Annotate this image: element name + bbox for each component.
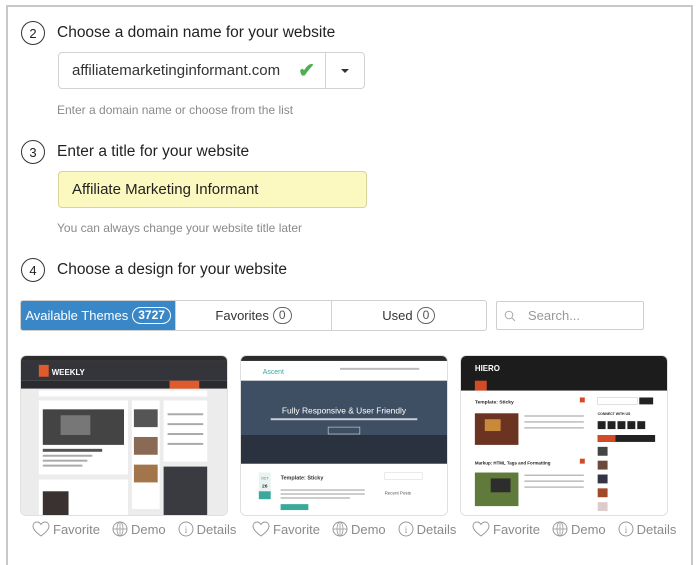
demo-label: Demo [350,521,386,537]
theme-logo: Ascent [263,369,284,376]
details-label: Details [416,521,457,537]
globe-icon [332,521,348,537]
svg-text:i: i [624,525,627,535]
card-actions: Favorite Demo i Details [252,521,468,537]
theme-search-input[interactable]: Search... [496,301,644,330]
check-icon: ✔ [298,60,315,82]
demo-label: Demo [130,521,166,537]
info-icon: i [398,521,414,537]
demo-button[interactable]: Demo [332,521,386,537]
globe-icon [552,521,568,537]
count-badge: 0 [272,307,292,324]
domain-select[interactable]: affiliatemarketinginformant.com ✔ [58,52,365,89]
details-button[interactable]: i Details [398,521,457,537]
heart-icon [472,521,490,537]
favorite-button[interactable]: Favorite [32,521,100,537]
tab-label: Available Themes [25,308,129,323]
theme-tabs: Available Themes 3727 Favorites 0 Used 0 [20,300,487,331]
theme-logo: HIERO [475,364,500,373]
heart-icon [252,521,270,537]
post-date-month: OCT [261,476,269,480]
domain-dropdown-button[interactable] [325,53,364,88]
theme-thumbnail: HIERO Template: Sticky Markup: HTML Tags… [461,356,667,515]
step-domain: 2 Choose a domain name for your website [21,21,335,45]
step-number: 2 [21,21,45,45]
details-button[interactable]: i Details [178,521,237,537]
svg-text:i: i [404,525,407,535]
sidebar-heading: CONNECT WITH US [598,412,631,416]
demo-button[interactable]: Demo [112,521,166,537]
tab-used[interactable]: Used 0 [330,301,486,330]
favorite-label: Favorite [53,521,100,537]
domain-hint: Enter a domain name or choose from the l… [57,103,294,117]
post-date-day: 26 [262,483,268,489]
favorite-button[interactable]: Favorite [252,521,320,537]
post-title: Markup: HTML Tags and Formatting [475,461,551,466]
demo-button[interactable]: Demo [552,521,606,537]
step-title-entry: 3 Enter a title for your website [21,140,249,164]
theme-thumbnail: WEEKLY [21,356,227,515]
tab-label: Used [382,308,413,323]
globe-icon [112,521,128,537]
step-design: 4 Choose a design for your website [21,258,287,282]
theme-logo: WEEKLY [52,368,86,377]
details-label: Details [196,521,237,537]
details-label: Details [636,521,677,537]
tab-favorites[interactable]: Favorites 0 [175,301,330,330]
chevron-down-icon [341,68,349,73]
details-button[interactable]: i Details [618,521,677,537]
tab-label: Favorites [215,308,269,323]
theme-card-weekly[interactable]: WEEKLY [20,355,228,516]
post-title: Template: Sticky [281,475,324,481]
demo-label: Demo [570,521,606,537]
tab-available-themes[interactable]: Available Themes 3727 [21,301,176,330]
step-title: Choose a domain name for your website [57,24,336,41]
theme-card-ascent[interactable]: Ascent Fully Responsive & User Friendly … [240,355,448,516]
step-number: 4 [21,258,45,282]
favorite-button[interactable]: Favorite [472,521,540,537]
theme-thumbnail: Ascent Fully Responsive & User Friendly … [241,356,447,515]
theme-card-hiero[interactable]: HIERO Template: Sticky Markup: HTML Tags… [460,355,668,516]
theme-headline: Fully Responsive & User Friendly [282,405,407,415]
favorite-label: Favorite [493,521,540,537]
card-actions: Favorite Demo i Details [472,521,688,537]
step-title: Choose a design for your website [57,261,288,278]
search-placeholder: Search... [528,308,581,323]
search-icon [504,310,516,321]
post-title: Template: Sticky [475,399,514,405]
step-number: 3 [21,140,45,164]
favorite-label: Favorite [273,521,320,537]
heart-icon [32,521,50,537]
count-badge: 0 [416,307,436,324]
domain-input[interactable]: affiliatemarketinginformant.com [59,62,298,79]
info-icon: i [618,521,634,537]
count-badge: 3727 [132,307,171,324]
site-title-hint: You can always change your website title… [57,221,303,235]
svg-text:i: i [184,525,187,535]
card-actions: Favorite Demo i Details [32,521,248,537]
site-title-input[interactable]: Affiliate Marketing Informant [58,171,367,208]
step-title: Enter a title for your website [57,143,250,160]
sidebar-heading: Recent Posts [385,490,412,495]
info-icon: i [178,521,194,537]
